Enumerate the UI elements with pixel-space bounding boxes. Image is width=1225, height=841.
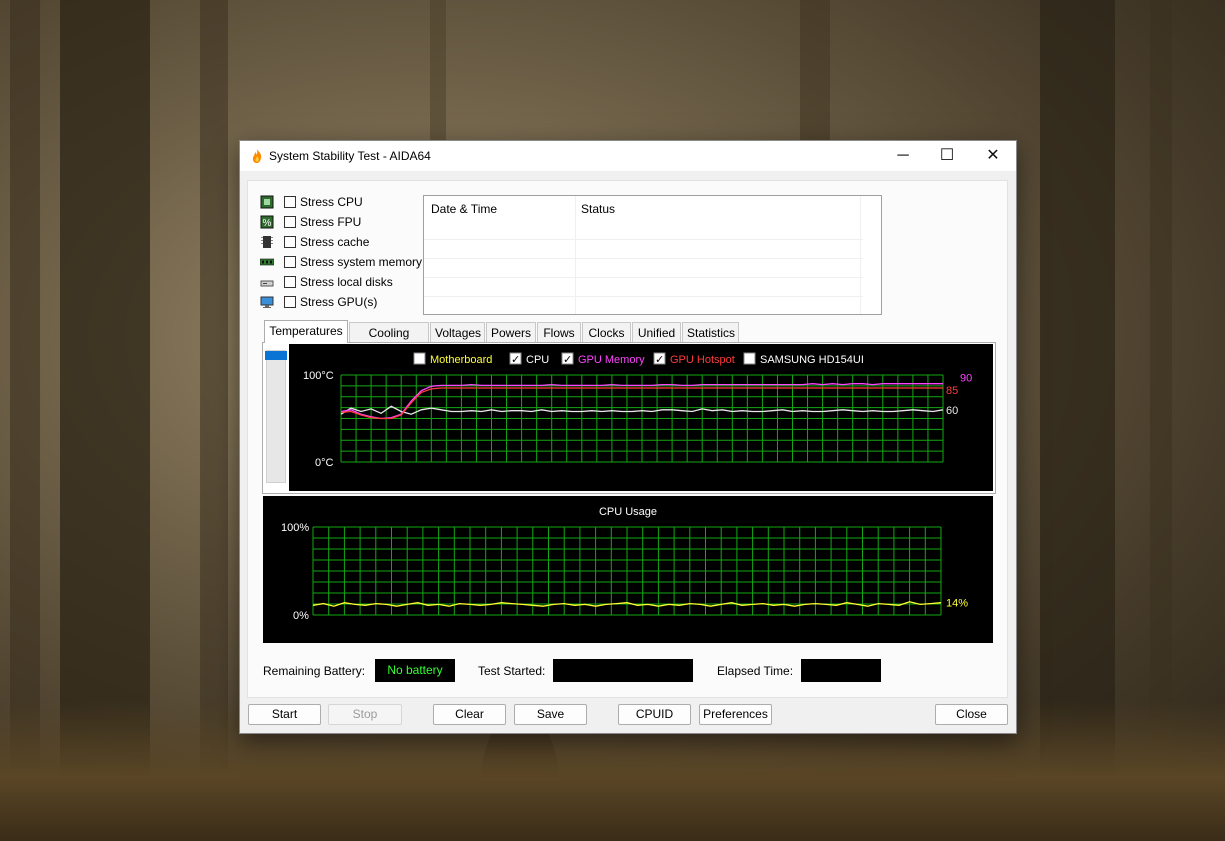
minimize-button[interactable]: ─ [880, 141, 926, 171]
stress-cache-label: Stress cache [300, 235, 370, 249]
series-end-value-label: 14% [946, 598, 968, 610]
cache-chip-icon [261, 236, 273, 248]
y-axis-top-label: 100% [281, 522, 309, 534]
stress-gpu-label: Stress GPU(s) [300, 295, 378, 309]
window-title: System Stability Test - AIDA64 [269, 149, 431, 163]
row-divider [424, 239, 863, 240]
elapsed-time-label: Elapsed Time: [717, 664, 794, 678]
y-axis-top-label: 100°C [303, 370, 334, 382]
elapsed-time-value [801, 659, 881, 682]
clear-button[interactable]: Clear [433, 704, 506, 725]
legend-entry-label: CPU [526, 354, 549, 366]
title-bar: System Stability Test - AIDA64 ─ ☐ ✕ [240, 141, 1016, 171]
row-divider [424, 258, 863, 259]
test-started-label: Test Started: [478, 664, 546, 678]
chart-title: CPU Usage [599, 506, 657, 518]
test-started-value [553, 659, 693, 682]
column-header-datetime[interactable]: Date & Time [424, 196, 576, 222]
save-button[interactable]: Save [514, 704, 587, 725]
main-panel: Stress CPU % Stress FPU Stress cache Str… [247, 180, 1008, 698]
preferences-button[interactable]: Preferences [699, 704, 772, 725]
stress-memory-label: Stress system memory [300, 255, 423, 269]
tab-temperatures[interactable]: Temperatures [264, 320, 348, 343]
gpu-monitor-icon [260, 296, 274, 308]
stress-cpu-checkbox[interactable] [284, 196, 296, 208]
start-button[interactable]: Start [248, 704, 321, 725]
maximize-button[interactable]: ☐ [924, 141, 970, 171]
legend-checkbox [743, 352, 756, 365]
row-divider [424, 277, 863, 278]
stress-disks-label: Stress local disks [300, 275, 393, 289]
status-log-list[interactable]: Date & Time Status [423, 195, 882, 315]
stress-cache-checkbox[interactable] [284, 236, 296, 248]
aida64-flame-icon [252, 149, 262, 163]
legend-entry-label: GPU Memory [578, 354, 645, 366]
cpu-chip-icon [260, 195, 274, 209]
close-window-button[interactable]: ✕ [970, 141, 1016, 171]
stress-fpu-label: Stress FPU [300, 215, 362, 229]
legend-check-mark: ✓ [655, 354, 664, 366]
series-end-value-label: 90 [960, 373, 972, 385]
temperature-graph: 100°C 0°C 60 90 85 Motherboard ✓ CPU ✓ GPU Memory… [289, 344, 993, 491]
legend-entry-label: Motherboard [430, 354, 492, 366]
stress-gpu-checkbox[interactable] [284, 296, 296, 308]
hard-disk-icon [260, 280, 274, 287]
cpuid-button[interactable]: CPUID [618, 704, 691, 725]
tab-voltages[interactable]: Voltages [430, 322, 485, 342]
tab-unified[interactable]: Unified [632, 322, 681, 342]
battery-value: No battery [375, 659, 455, 682]
cpu-usage-graph: CPU Usage 100% 0% 14% [263, 496, 993, 643]
legend-checkbox [413, 352, 426, 365]
battery-label: Remaining Battery: [263, 664, 366, 678]
stress-cpu-label: Stress CPU [300, 195, 363, 209]
svg-text:%: % [263, 218, 272, 229]
stress-fpu-checkbox[interactable] [284, 216, 296, 228]
chart-scroll-thumb[interactable] [265, 351, 287, 360]
row-divider [424, 296, 863, 297]
tab-powers[interactable]: Powers [486, 322, 536, 342]
legend-entry-label: SAMSUNG HD154UI [760, 354, 864, 366]
stop-button[interactable]: Stop [328, 704, 402, 725]
close-button[interactable]: Close [935, 704, 1008, 725]
chart-scroll-track[interactable] [266, 350, 286, 483]
legend-check-mark: ✓ [511, 354, 520, 366]
tab-statistics[interactable]: Statistics [682, 322, 739, 342]
series-end-value-label: 85 [946, 385, 958, 397]
stress-memory-checkbox[interactable] [284, 256, 296, 268]
legend-entry-label: GPU Hotspot [670, 354, 735, 366]
series-end-value-label: 60 [946, 405, 958, 417]
y-axis-bottom-label: 0°C [315, 457, 334, 469]
fpu-percent-icon: % [260, 215, 274, 229]
tab-cooling-fans[interactable]: Cooling Fans [349, 322, 429, 360]
memory-module-icon [260, 258, 274, 266]
legend-check-mark: ✓ [563, 354, 572, 366]
stability-test-window: System Stability Test - AIDA64 ─ ☐ ✕ Str… [239, 140, 1017, 734]
tab-clocks[interactable]: Clocks [582, 322, 631, 342]
stress-disks-checkbox[interactable] [284, 276, 296, 288]
y-axis-bottom-label: 0% [293, 610, 309, 622]
tab-flows[interactable]: Flows [537, 322, 581, 342]
column-header-status[interactable]: Status [574, 196, 860, 222]
